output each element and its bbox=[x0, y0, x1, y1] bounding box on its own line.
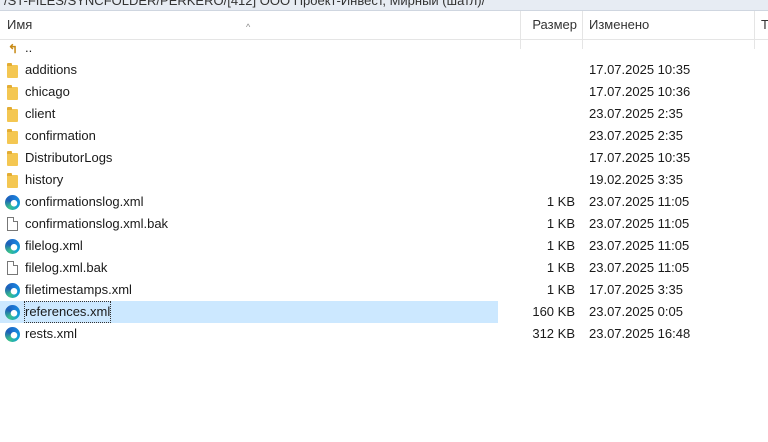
folder-icon bbox=[5, 84, 21, 100]
file-name: confirmationslog.xml bbox=[25, 194, 144, 209]
file-name: references.xml bbox=[24, 301, 112, 323]
name-cell[interactable]: chicago bbox=[0, 81, 498, 103]
name-cell[interactable]: filelog.xml bbox=[0, 235, 498, 257]
file-modified: 17.07.2025 10:35 bbox=[589, 62, 691, 77]
name-cell[interactable]: filelog.xml.bak bbox=[0, 257, 498, 279]
file-size: 312 KB bbox=[532, 326, 575, 341]
sort-ascending-icon: ^ bbox=[246, 22, 251, 32]
file-size: 1 KB bbox=[546, 260, 575, 275]
edge-xml-icon bbox=[5, 194, 21, 210]
file-row[interactable]: filelog.xml 1 KB 23.07.2025 11:05 bbox=[0, 235, 768, 257]
file-row[interactable]: history 19.02.2025 3:35 bbox=[0, 169, 768, 191]
file-name: filelog.xml.bak bbox=[25, 260, 108, 275]
file-modified: 17.07.2025 10:35 bbox=[589, 150, 691, 165]
file-name: DistributorLogs bbox=[25, 150, 113, 165]
file-modified: 23.07.2025 11:05 bbox=[589, 194, 690, 209]
file-name: .. bbox=[25, 40, 33, 55]
file-icon bbox=[5, 216, 21, 232]
file-size: 1 KB bbox=[546, 282, 575, 297]
name-cell[interactable]: confirmationslog.xml bbox=[0, 191, 498, 213]
file-name: filetimestamps.xml bbox=[25, 282, 132, 297]
edge-xml-icon bbox=[5, 326, 21, 342]
folder-icon bbox=[5, 62, 21, 78]
file-row[interactable]: additions 17.07.2025 10:35 bbox=[0, 59, 768, 81]
name-cell[interactable]: ↰.. bbox=[0, 37, 498, 59]
folder-icon bbox=[5, 106, 21, 122]
file-name: chicago bbox=[25, 84, 70, 99]
file-modified: 19.02.2025 3:35 bbox=[589, 172, 683, 187]
file-row[interactable]: ↰.. bbox=[0, 37, 768, 59]
file-modified: 17.07.2025 10:36 bbox=[589, 84, 691, 99]
file-modified: 23.07.2025 2:35 bbox=[589, 106, 683, 121]
column-type-header[interactable]: Т bbox=[755, 11, 768, 39]
name-cell[interactable]: references.xml bbox=[0, 301, 498, 323]
file-name: client bbox=[25, 106, 56, 121]
file-row[interactable]: confirmationslog.xml.bak 1 KB 23.07.2025 1… bbox=[0, 213, 768, 235]
name-cell[interactable]: client bbox=[0, 103, 498, 125]
file-row[interactable]: confirmationslog.xml 1 KB 23.07.2025 11:05 bbox=[0, 191, 768, 213]
folder-icon bbox=[5, 172, 21, 188]
file-list: ↰.. additions 17.07.2025 10:35 chicago 17.07… bbox=[0, 37, 768, 345]
folder-icon bbox=[5, 128, 21, 144]
file-row[interactable]: confirmation 23.07.2025 2:35 bbox=[0, 125, 768, 147]
file-row[interactable]: filetimestamps.xml 1 KB 17.07.2025 3:35 bbox=[0, 279, 768, 301]
folder-icon bbox=[5, 150, 21, 166]
column-modified-header[interactable]: Изменено bbox=[583, 11, 754, 39]
file-size: 1 KB bbox=[546, 216, 575, 231]
name-cell[interactable]: confirmation bbox=[0, 125, 498, 147]
name-cell[interactable]: filetimestamps.xml bbox=[0, 279, 498, 301]
path-bar: /ST-FILES/SYNCFOLDER/PERKERO/[412] ООО П… bbox=[0, 0, 768, 11]
file-modified: 23.07.2025 11:05 bbox=[589, 216, 690, 231]
file-modified: 23.07.2025 11:05 bbox=[589, 238, 690, 253]
file-modified: 23.07.2025 0:05 bbox=[589, 304, 683, 319]
file-modified: 23.07.2025 16:48 bbox=[589, 326, 691, 341]
edge-xml-icon bbox=[5, 304, 21, 320]
edge-xml-icon bbox=[5, 282, 21, 298]
file-name: additions bbox=[25, 62, 78, 77]
file-name: history bbox=[25, 172, 64, 187]
name-cell[interactable]: additions bbox=[0, 59, 498, 81]
name-cell[interactable]: DistributorLogs bbox=[0, 147, 498, 169]
parent-folder-icon: ↰ bbox=[8, 42, 19, 56]
file-size: 1 KB bbox=[546, 238, 575, 253]
name-cell[interactable]: rests.xml bbox=[0, 323, 498, 345]
file-icon bbox=[5, 260, 21, 276]
file-name: confirmationslog.xml.bak bbox=[25, 216, 169, 231]
file-name: rests.xml bbox=[25, 326, 77, 341]
file-name: filelog.xml bbox=[25, 238, 83, 253]
edge-xml-icon bbox=[5, 238, 21, 254]
file-modified: 23.07.2025 2:35 bbox=[589, 128, 683, 143]
column-name-header[interactable]: Имя bbox=[0, 11, 520, 39]
file-row[interactable]: references.xml 160 KB 23.07.2025 0:05 bbox=[0, 301, 768, 323]
file-row[interactable]: rests.xml 312 KB 23.07.2025 16:48 bbox=[0, 323, 768, 345]
file-modified: 23.07.2025 11:05 bbox=[589, 260, 690, 275]
file-row[interactable]: chicago 17.07.2025 10:36 bbox=[0, 81, 768, 103]
column-header: Имя ^ Размер Изменено Т bbox=[0, 11, 768, 49]
name-cell[interactable]: history bbox=[0, 169, 498, 191]
file-row[interactable]: filelog.xml.bak 1 KB 23.07.2025 11:05 bbox=[0, 257, 768, 279]
file-row[interactable]: DistributorLogs 17.07.2025 10:35 bbox=[0, 147, 768, 169]
file-size: 1 KB bbox=[546, 194, 575, 209]
file-name: confirmation bbox=[25, 128, 96, 143]
file-size: 160 KB bbox=[532, 304, 575, 319]
name-cell[interactable]: confirmationslog.xml.bak bbox=[0, 213, 498, 235]
file-modified: 17.07.2025 3:35 bbox=[589, 282, 683, 297]
path-text: /ST-FILES/SYNCFOLDER/PERKERO/[412] ООО П… bbox=[4, 0, 486, 8]
column-size-header[interactable]: Размер bbox=[521, 11, 582, 39]
file-row[interactable]: client 23.07.2025 2:35 bbox=[0, 103, 768, 125]
